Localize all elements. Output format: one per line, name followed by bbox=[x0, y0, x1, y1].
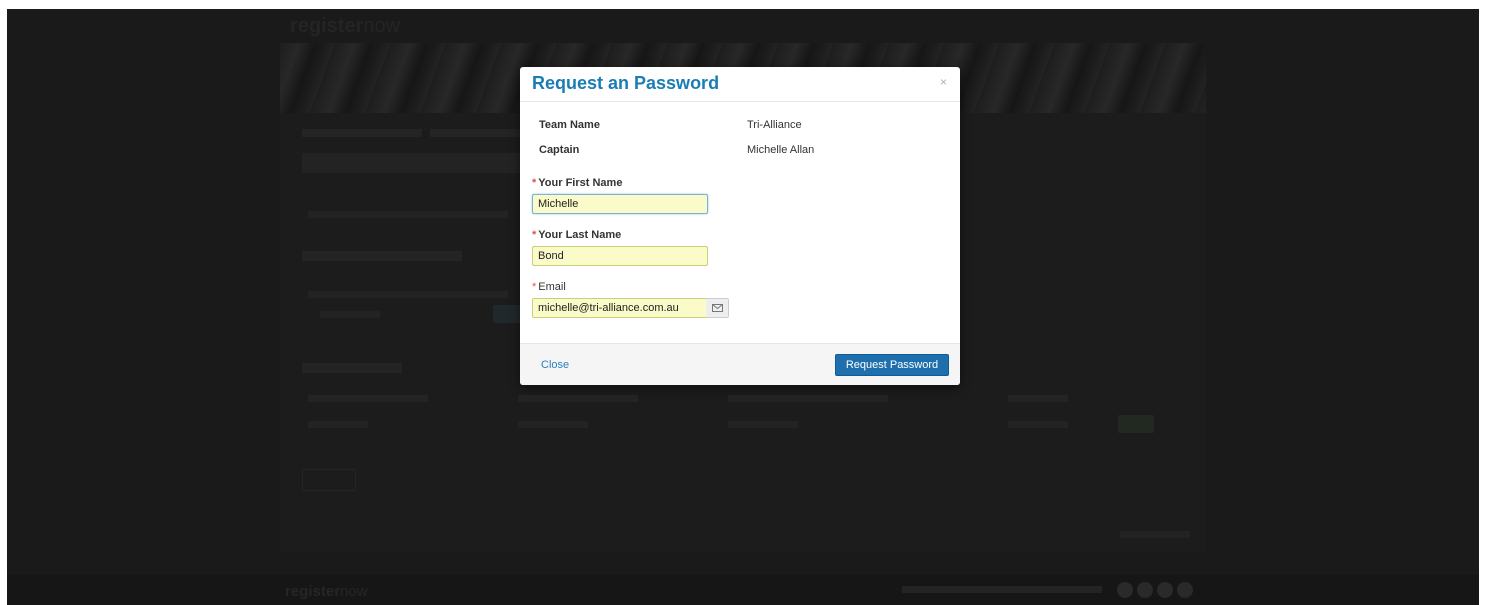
request-password-button[interactable]: Request Password bbox=[835, 354, 949, 376]
team-name-value: Tri-Alliance bbox=[747, 119, 802, 131]
page-footer: registernow bbox=[7, 575, 1479, 605]
captain-value: Michelle Allan bbox=[747, 144, 815, 156]
last-name-field[interactable] bbox=[532, 246, 708, 266]
first-name-field[interactable] bbox=[532, 194, 708, 214]
logo-bold-text: register bbox=[290, 15, 364, 37]
modal-header: Request an Password × bbox=[520, 67, 960, 102]
row-action-placeholder bbox=[1118, 415, 1154, 433]
email-addon bbox=[706, 298, 729, 318]
back-button-placeholder bbox=[302, 469, 356, 491]
text-placeholder bbox=[308, 291, 508, 298]
social-icon bbox=[1157, 582, 1173, 598]
email-field[interactable] bbox=[532, 298, 707, 318]
section-heading-placeholder bbox=[302, 251, 462, 261]
team-name-label: Team Name bbox=[539, 119, 600, 131]
footer-logo: registernow bbox=[285, 583, 368, 600]
first-name-label: * Your First Name bbox=[532, 177, 622, 189]
social-icon bbox=[1117, 582, 1133, 598]
last-name-label-text: Your Last Name bbox=[538, 229, 622, 241]
footer-links-placeholder bbox=[902, 586, 1102, 593]
text-placeholder bbox=[320, 311, 380, 318]
email-label: * Email bbox=[532, 281, 566, 293]
social-icon bbox=[1137, 582, 1153, 598]
breadcrumb-placeholder bbox=[302, 129, 422, 137]
table-cell-placeholder bbox=[308, 421, 368, 428]
close-icon[interactable]: × bbox=[940, 75, 947, 89]
table-header-placeholder bbox=[308, 395, 428, 402]
table-header-placeholder bbox=[518, 395, 638, 402]
social-icon bbox=[1177, 582, 1193, 598]
table-header-placeholder bbox=[728, 395, 888, 402]
table-cell-placeholder bbox=[518, 421, 588, 428]
section-heading-placeholder bbox=[302, 363, 402, 373]
first-name-label-text: Your First Name bbox=[538, 177, 623, 189]
text-placeholder bbox=[308, 211, 508, 218]
modal-title: Request an Password bbox=[532, 73, 720, 93]
last-name-label: * Your Last Name bbox=[532, 229, 621, 241]
captain-label: Captain bbox=[539, 144, 580, 156]
breadcrumb-placeholder bbox=[430, 129, 520, 137]
modal-footer: Close Request Password bbox=[520, 343, 960, 385]
footer-logo-light-text: now bbox=[340, 583, 368, 600]
footer-link-placeholder bbox=[1120, 531, 1190, 538]
required-marker: * bbox=[532, 229, 537, 241]
request-password-modal: Request an Password × Team Name Tri-Alli… bbox=[520, 67, 960, 385]
required-marker: * bbox=[532, 177, 537, 189]
table-header-placeholder bbox=[1008, 395, 1068, 402]
email-label-text: Email bbox=[538, 281, 566, 293]
site-logo: registernow bbox=[290, 15, 400, 38]
required-marker: * bbox=[532, 281, 537, 293]
logo-light-text: now bbox=[363, 15, 401, 37]
close-button[interactable]: Close bbox=[541, 359, 569, 371]
table-cell-placeholder bbox=[1008, 421, 1068, 428]
table-cell-placeholder bbox=[728, 421, 798, 428]
envelope-icon bbox=[711, 304, 723, 312]
footer-logo-bold-text: register bbox=[285, 583, 341, 600]
page-heading-placeholder bbox=[302, 153, 522, 173]
